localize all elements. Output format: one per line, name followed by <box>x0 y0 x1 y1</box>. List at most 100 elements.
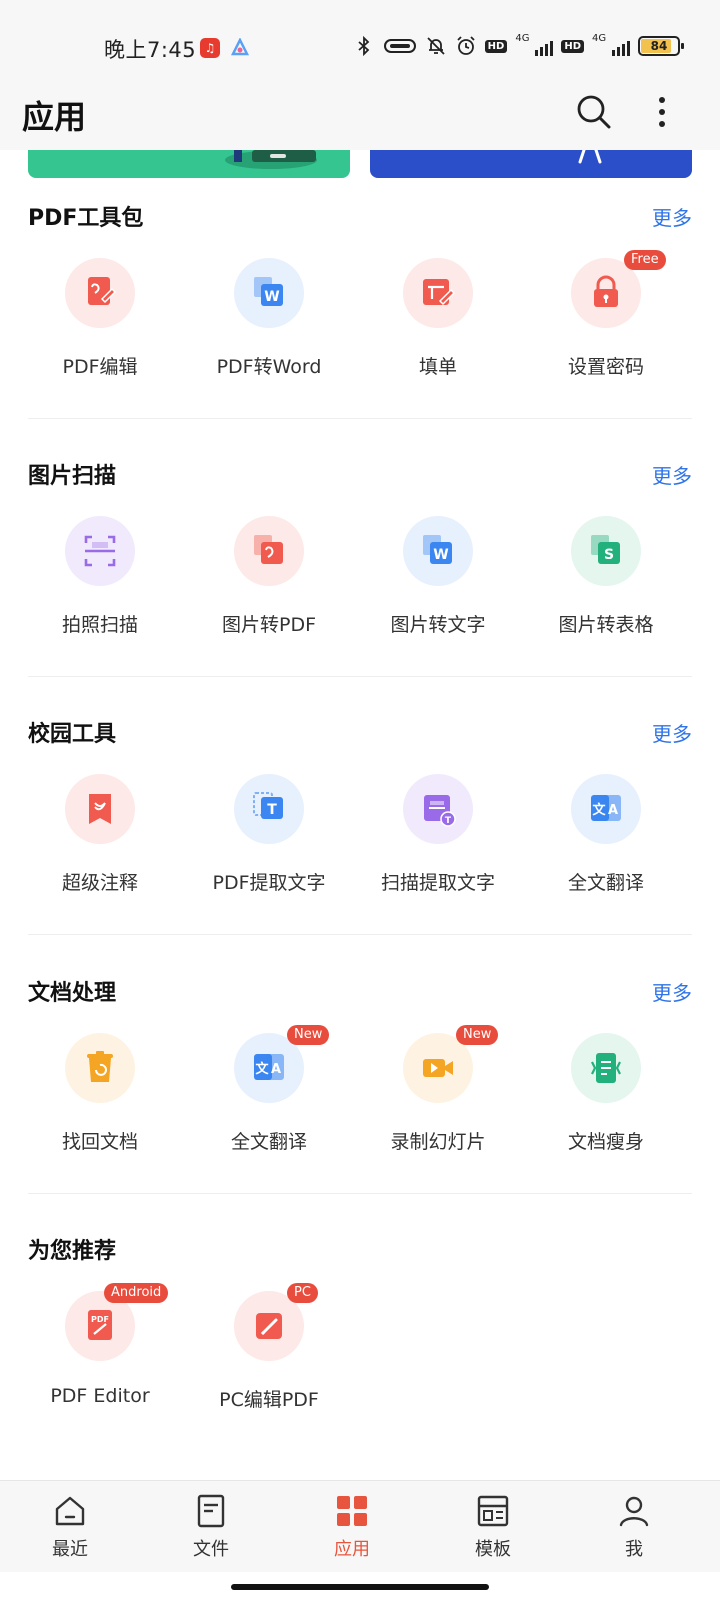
tool-item[interactable]: 超级注释 <box>14 774 186 904</box>
section-divider <box>28 1193 692 1194</box>
tool-item[interactable]: PC PC编辑PDF <box>183 1283 355 1421</box>
more-link[interactable]: 更多 <box>652 460 692 489</box>
tool-label: 全文翻译 <box>230 1131 307 1153</box>
tool-label: 拍照扫描 <box>61 614 138 636</box>
banner-left[interactable] <box>28 150 350 178</box>
nav-label: 最近 <box>52 1539 88 1560</box>
nav-files[interactable]: 文件 <box>161 1493 261 1565</box>
tool-badge: Android <box>104 1283 169 1303</box>
tool-item[interactable]: New 录制幻灯片 <box>352 1025 524 1163</box>
section-4: 文档处理 更多 找回文档 文 A New 全文翻译 New 录制幻灯片 文档瘦身 <box>0 975 720 1175</box>
section-title: 校园工具 <box>28 722 117 747</box>
banner-illustration <box>578 148 602 164</box>
tool-item[interactable]: 找回文档 <box>14 1033 186 1163</box>
tool-icon-bg <box>65 774 135 844</box>
tool-grid: 超级注释 T PDF提取文字 T 扫描提取文字 文 A 全文翻译 <box>0 774 720 904</box>
tool-grid: 拍照扫描 图片转PDF W 图片转文字 S 图片转表格 <box>0 516 720 646</box>
status-time: 晚上7:45 <box>104 38 197 62</box>
more-link[interactable]: 更多 <box>652 202 692 231</box>
nav-apps[interactable]: 应用 <box>302 1493 402 1565</box>
tool-badge: Free <box>624 250 666 270</box>
tool-label: PDF Editor <box>50 1385 150 1407</box>
section-1: PDF工具包 更多 PDF编辑 W PDF转Word 填单 Free 设置密码 <box>0 200 720 400</box>
tool-grid: 找回文档 文 A New 全文翻译 New 录制幻灯片 文档瘦身 <box>0 1025 720 1163</box>
tool-item[interactable]: PDF Android PDF Editor <box>14 1283 186 1421</box>
banner-right[interactable] <box>370 148 692 178</box>
status-bar: 晚上7:45 ♫ HD 4G HD 4G 84 <box>0 0 720 78</box>
nav-recent[interactable]: 最近 <box>20 1493 120 1565</box>
home-indicator[interactable] <box>231 1584 489 1590</box>
tool-icon-bg: 文A <box>571 774 641 844</box>
tool-label: PDF提取文字 <box>212 872 326 894</box>
more-link[interactable]: 更多 <box>652 977 692 1006</box>
tool-item[interactable]: Free 设置密码 <box>520 250 692 388</box>
extract-text-icon: T <box>253 792 283 819</box>
nav-label: 文件 <box>193 1539 229 1560</box>
svg-text:A: A <box>271 1062 281 1077</box>
svg-text:T: T <box>267 802 277 818</box>
pdf-edit-icon <box>88 277 117 305</box>
profile-icon <box>619 1496 649 1527</box>
section-title: 文档处理 <box>28 981 117 1006</box>
tool-icon-bg <box>65 1033 135 1103</box>
tool-label: PDF转Word <box>216 356 322 378</box>
bottom-navigation: 最近 文件 应用 模板 我 <box>0 1480 720 1572</box>
svg-text:T: T <box>445 816 452 826</box>
tool-item[interactable]: T PDF提取文字 <box>183 774 355 904</box>
battery-level: 84 <box>650 39 668 53</box>
section-3: 校园工具 更多超级注释 T PDF提取文字 T 扫描提取文字 文 A 全文翻译 <box>0 716 720 916</box>
tool-item[interactable]: 文 A New 全文翻译 <box>183 1025 355 1163</box>
tool-grid: PDF Android PDF Editor PC PC编辑PDF <box>0 1283 720 1421</box>
svg-text:A: A <box>608 803 618 818</box>
tool-item[interactable]: S 图片转表格 <box>520 516 692 646</box>
record-video-icon <box>423 1059 453 1077</box>
nav-templates[interactable]: 模板 <box>443 1493 543 1565</box>
tool-item[interactable]: 文 A 全文翻译 <box>520 774 692 904</box>
home-icon <box>55 1496 85 1526</box>
tool-grid: PDF编辑 W PDF转Word 填单 Free 设置密码 <box>0 250 720 388</box>
pdf-to-word-icon: W <box>254 277 283 306</box>
nav-profile[interactable]: 我 <box>584 1493 684 1565</box>
section-divider <box>28 676 692 677</box>
page-title: 应用 <box>22 98 87 136</box>
banner-illustration <box>225 150 317 169</box>
tool-icon-bg <box>234 516 304 586</box>
tool-label: 设置密码 <box>567 356 644 378</box>
tool-label: 图片转PDF <box>221 614 317 636</box>
tool-label: 填单 <box>418 356 457 378</box>
tool-label: 全文翻译 <box>567 872 644 894</box>
tool-label: 录制幻灯片 <box>390 1131 486 1153</box>
mute-bell-icon <box>427 37 445 55</box>
bluetooth-icon <box>358 35 369 57</box>
tool-label: 文档瘦身 <box>567 1131 644 1153</box>
template-icon <box>477 1495 509 1527</box>
section-title: 为您推荐 <box>28 1239 117 1264</box>
pc-edit-pdf-icon <box>256 1313 282 1339</box>
section-divider <box>28 418 692 419</box>
tool-item[interactable]: W 图片转文字 <box>352 516 524 646</box>
tool-icon-bg: W <box>234 258 304 328</box>
more-link[interactable]: 更多 <box>652 718 692 747</box>
tool-item[interactable]: W PDF转Word <box>183 258 355 388</box>
tool-item[interactable]: T 扫描提取文字 <box>352 774 524 904</box>
translate-icon: 文A <box>591 795 621 821</box>
image-to-word-icon: W <box>423 535 452 564</box>
tool-item[interactable]: 拍照扫描 <box>14 516 186 646</box>
scan-icon <box>84 535 116 567</box>
tool-item[interactable]: PDF编辑 <box>14 258 186 388</box>
tool-item[interactable]: 图片转PDF <box>183 516 355 646</box>
tool-label: 扫描提取文字 <box>380 872 495 894</box>
tool-badge: New <box>287 1025 330 1045</box>
recover-doc-icon <box>87 1051 113 1082</box>
tool-icon-bg: S <box>571 516 641 586</box>
tool-item[interactable]: 文档瘦身 <box>520 1033 692 1163</box>
search-icon[interactable] <box>574 92 614 132</box>
network-type: 4G <box>592 33 607 44</box>
netease-music-icon: ♫ <box>200 38 220 58</box>
tool-icon-bg <box>65 258 135 328</box>
more-options-icon[interactable] <box>652 92 672 132</box>
translate-icon: 文A <box>254 1054 284 1080</box>
fill-form-icon <box>423 279 456 306</box>
pdf-editor-icon: PDF <box>88 1310 112 1340</box>
tool-item[interactable]: 填单 <box>352 258 524 388</box>
